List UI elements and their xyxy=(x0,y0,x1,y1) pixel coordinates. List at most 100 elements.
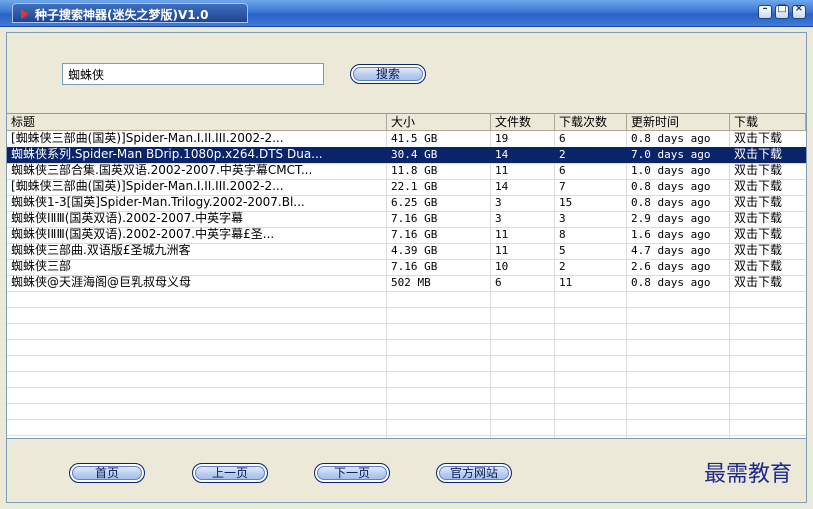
cell-size: 11.8 GB xyxy=(391,164,438,177)
cell-title: 蜘蛛侠@天涯海阁@巨乳叔母义母 xyxy=(11,275,192,289)
close-icon: × xyxy=(794,3,804,14)
cell-files: 11 xyxy=(495,228,509,241)
search-input[interactable] xyxy=(62,63,324,85)
search-button[interactable]: 搜索 xyxy=(350,64,426,84)
cell-updated: 1.6 days ago xyxy=(631,228,711,241)
cell-updated: 1.0 days ago xyxy=(631,164,711,177)
grid-line xyxy=(7,307,806,308)
cell-title: 蜘蛛侠三部合集.国英双语.2002-2007.中英字幕CMCT... xyxy=(11,163,313,177)
cell-title: 蜘蛛侠ⅠⅡⅢ(国英双语).2002-2007.中英字幕£圣... xyxy=(11,227,275,241)
cell-title: [蜘蛛侠三部曲(国英)]Spider-Man.I.II.III.2002-2..… xyxy=(11,179,284,193)
cell-download[interactable]: 双击下载 xyxy=(730,163,806,179)
cell-downloads: 3 xyxy=(559,212,566,225)
cell-size: 502 MB xyxy=(391,276,431,289)
cell-size: 6.25 GB xyxy=(391,196,438,209)
cell-files: 3 xyxy=(495,212,502,225)
table-row[interactable]: 蜘蛛侠@天涯海阁@巨乳叔母义母 502 MB 6 11 0.8 days ago 双击下载 xyxy=(7,275,806,291)
grid-line xyxy=(7,355,806,356)
cell-size: 41.5 GB xyxy=(391,132,438,145)
cell-size: 7.16 GB xyxy=(391,212,438,225)
cell-files: 14 xyxy=(495,180,509,193)
cell-updated: 0.8 days ago xyxy=(631,276,711,289)
cell-files: 10 xyxy=(495,260,509,273)
cell-updated: 0.8 days ago xyxy=(631,180,711,193)
cell-download[interactable]: 双击下载 xyxy=(730,195,806,211)
table-row[interactable]: [蜘蛛侠三部曲(国英)]Spider-Man.I.II.III.2002-2..… xyxy=(7,131,806,147)
grid-line xyxy=(7,323,806,324)
title-bar[interactable]: 种子搜索神器(迷失之梦版)V1.0 – □ × xyxy=(0,0,813,27)
cell-download[interactable]: 双击下载 xyxy=(730,227,806,243)
cell-download[interactable]: 双击下载 xyxy=(730,275,806,291)
minimize-icon: – xyxy=(762,3,768,14)
cell-files: 11 xyxy=(495,244,509,257)
cell-title: 蜘蛛侠1-3[国英]Spider-Man.Trilogy.2002-2007.B… xyxy=(11,195,305,209)
cell-download[interactable]: 双击下载 xyxy=(730,259,806,275)
cell-downloads: 15 xyxy=(559,196,573,209)
cell-download[interactable]: 双击下载 xyxy=(730,131,806,147)
cell-files: 3 xyxy=(495,196,502,209)
play-icon xyxy=(21,9,29,19)
grid-line xyxy=(7,435,806,436)
grid-line xyxy=(7,387,806,388)
header-col-downloads[interactable]: 下载次数 xyxy=(555,114,627,131)
maximize-icon: □ xyxy=(777,3,787,14)
cell-downloads: 2 xyxy=(559,148,566,161)
cell-updated: 0.8 days ago xyxy=(631,132,711,145)
cell-downloads: 2 xyxy=(559,260,566,273)
table-row[interactable]: 蜘蛛侠ⅠⅡⅢ(国英双语).2002-2007.中英字幕£圣... 7.16 GB 1… xyxy=(7,227,806,243)
cell-size: 4.39 GB xyxy=(391,244,438,257)
table-row[interactable]: [蜘蛛侠三部曲(国英)]Spider-Man.I.II.III.2002-2..… xyxy=(7,179,806,195)
cell-size: 22.1 GB xyxy=(391,180,438,193)
cell-download[interactable]: 双击下载 xyxy=(730,211,806,227)
results-table[interactable]: 标题 大小 文件数 下载次数 更新时间 下载 [蜘蛛侠三部曲(国英)]Spider-Man.… xyxy=(7,113,806,439)
table-row[interactable]: 蜘蛛侠三部合集.国英双语.2002-2007.中英字幕CMCT... 11.8 G… xyxy=(7,163,806,179)
table-row[interactable]: 蜘蛛侠ⅠⅡⅢ(国英双语).2002-2007.中英字幕 7.16 GB 3 3 2.9 … xyxy=(7,211,806,227)
cell-download[interactable]: 双击下载 xyxy=(730,147,806,163)
cell-title: 蜘蛛侠ⅠⅡⅢ(国英双语).2002-2007.中英字幕 xyxy=(11,211,244,225)
app-window: 种子搜索神器(迷失之梦版)V1.0 – □ × 搜索 标题大小文件数下载次数更新… xyxy=(0,0,813,509)
grid-line xyxy=(7,339,806,340)
main-panel: 搜索 标题大小文件数下载次数更新时间下载 [蜘蛛侠三部曲(国英)]Spider-M… xyxy=(6,32,807,503)
cell-files: 14 xyxy=(495,148,509,161)
cell-title: 蜘蛛侠三部 xyxy=(11,259,72,273)
cell-updated: 7.0 days ago xyxy=(631,148,711,161)
brand-watermark: 最需教育 xyxy=(703,462,792,487)
header-col-size[interactable]: 大小 xyxy=(387,114,491,131)
official-site-button[interactable]: 官方网站 xyxy=(436,463,512,483)
cell-title: [蜘蛛侠三部曲(国英)]Spider-Man.I.II.III.2002-2..… xyxy=(11,131,284,145)
header-col-updated[interactable]: 更新时间 xyxy=(627,114,730,131)
table-row[interactable]: 蜘蛛侠三部曲.双语版£圣城九洲客 4.39 GB 11 5 4.7 days ago 双击… xyxy=(7,243,806,259)
cell-title: 蜘蛛侠三部曲.双语版£圣城九洲客 xyxy=(11,243,191,257)
cell-files: 11 xyxy=(495,164,509,177)
maximize-button[interactable]: □ xyxy=(775,3,789,19)
header-col-files[interactable]: 文件数 xyxy=(491,114,555,131)
cell-files: 19 xyxy=(495,132,509,145)
first-page-button[interactable]: 首页 xyxy=(69,463,145,483)
cell-downloads: 11 xyxy=(559,276,573,289)
cell-files: 6 xyxy=(495,276,502,289)
cell-updated: 2.9 days ago xyxy=(631,212,711,225)
table-row[interactable]: 蜘蛛侠系列.Spider-Man BDrip.1080p.x264.DTS Du… xyxy=(7,147,806,163)
cell-updated: 0.8 days ago xyxy=(631,196,711,209)
prev-page-button[interactable]: 上一页 xyxy=(192,463,268,483)
grid-line xyxy=(7,419,806,420)
title-tab: 种子搜索神器(迷失之梦版)V1.0 xyxy=(12,3,248,23)
table-row[interactable]: 蜘蛛侠1-3[国英]Spider-Man.Trilogy.2002-2007.B… xyxy=(7,195,806,211)
cell-size: 7.16 GB xyxy=(391,260,438,273)
grid-line xyxy=(7,371,806,372)
cell-downloads: 6 xyxy=(559,132,566,145)
cell-downloads: 6 xyxy=(559,164,566,177)
header-col-title[interactable]: 标题 xyxy=(7,114,387,131)
cell-downloads: 5 xyxy=(559,244,566,257)
header-col-download[interactable]: 下载 xyxy=(730,114,806,131)
cell-download[interactable]: 双击下载 xyxy=(730,179,806,195)
grid-line xyxy=(7,403,806,404)
next-page-button[interactable]: 下一页 xyxy=(314,463,390,483)
cell-download[interactable]: 双击下载 xyxy=(730,243,806,259)
cell-updated: 2.6 days ago xyxy=(631,260,711,273)
table-row[interactable]: 蜘蛛侠三部 7.16 GB 10 2 2.6 days ago 双击下载 xyxy=(7,259,806,275)
cell-updated: 4.7 days ago xyxy=(631,244,711,257)
minimize-button[interactable]: – xyxy=(758,3,772,19)
cell-downloads: 8 xyxy=(559,228,566,241)
close-button[interactable]: × xyxy=(792,3,806,19)
